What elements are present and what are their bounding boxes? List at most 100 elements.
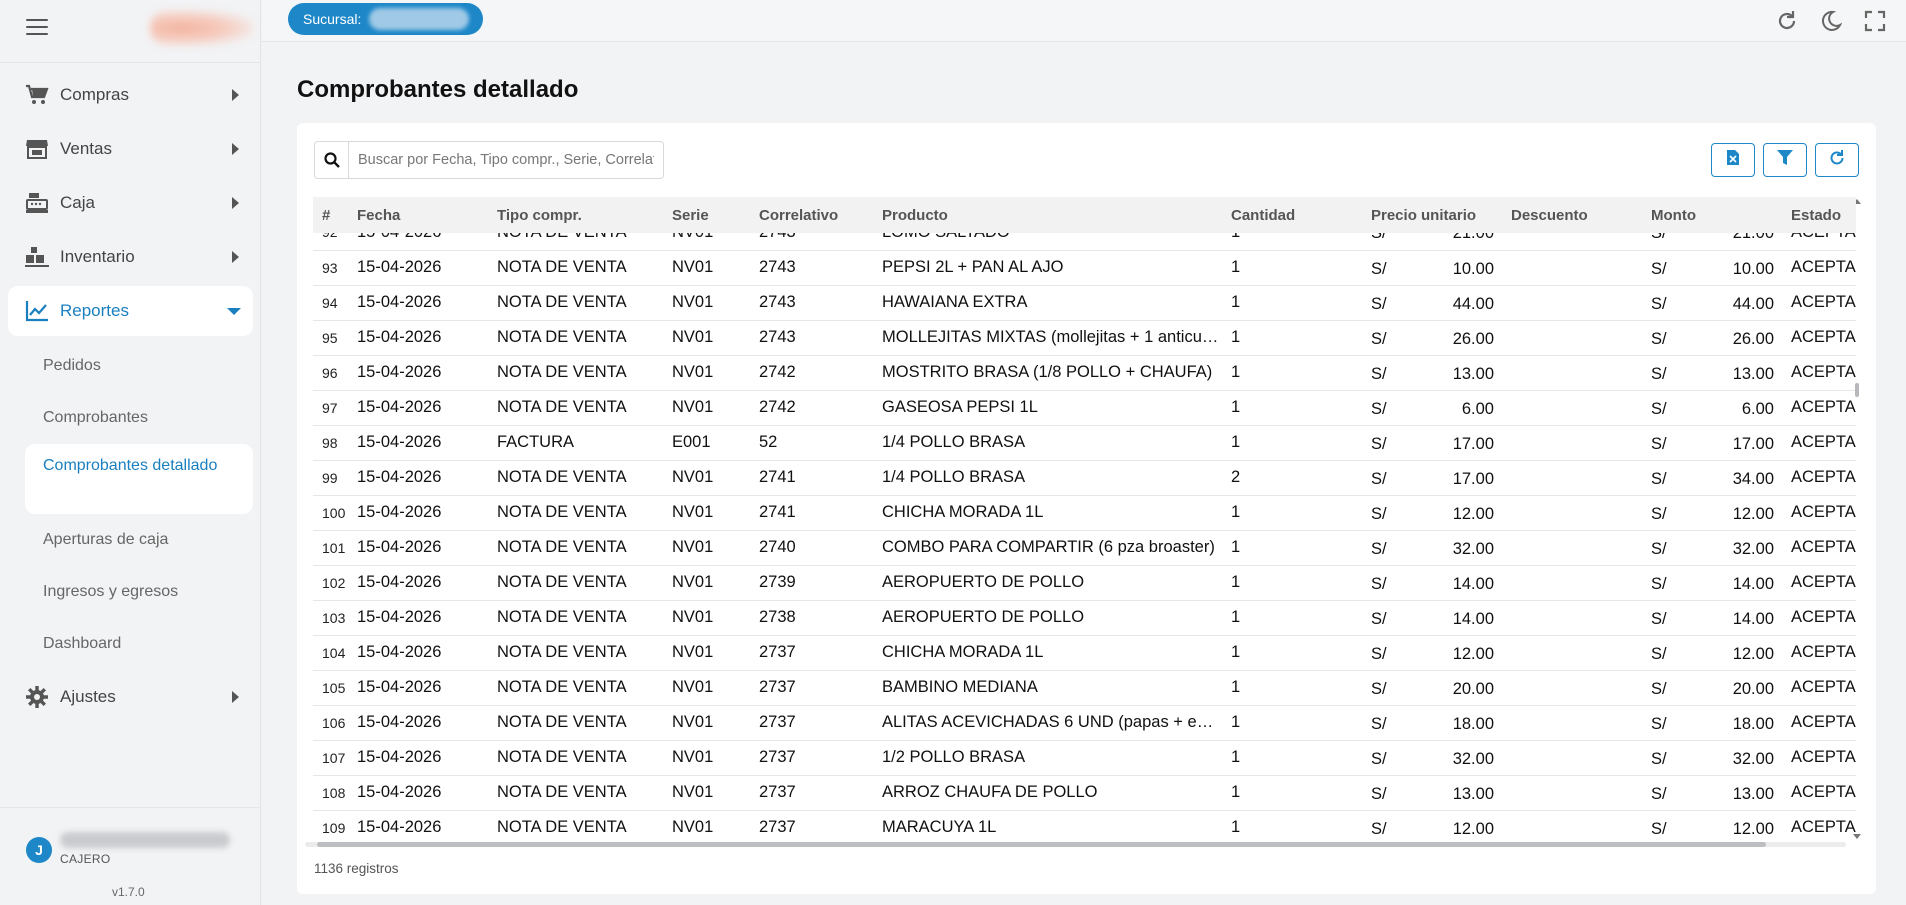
submenu-item-dashboard[interactable]: Dashboard <box>8 618 253 670</box>
table-row[interactable]: 94 15-04-2026 NOTA DE VENTA NV01 2743 HAWAIAN… <box>313 285 1856 320</box>
cell-fecha: 15-04-2026 <box>357 573 442 591</box>
cell-descuento <box>1502 740 1642 775</box>
branch-selector[interactable]: Sucursal: <box>288 3 483 35</box>
table-toolbar <box>1711 143 1859 177</box>
cell-descuento <box>1502 355 1642 390</box>
cell-precio-unitario: S/14.00 <box>1362 565 1502 600</box>
column-header[interactable]: Estado <box>1782 197 1856 233</box>
table-row[interactable]: 100 15-04-2026 NOTA DE VENTA NV01 2741 CHICHA… <box>313 495 1856 530</box>
reload-icon[interactable] <box>1772 6 1802 36</box>
cell-monto: S/17.00 <box>1642 425 1782 460</box>
cell-precio-unitario: S/17.00 <box>1362 425 1502 460</box>
cell-descuento <box>1502 425 1642 460</box>
cell-precio-unitario: S/12.00 <box>1362 495 1502 530</box>
row-number: 108 <box>322 784 346 801</box>
dark-mode-moon-icon[interactable] <box>1816 6 1846 36</box>
submenu-item-aperturas-de-caja[interactable]: Aperturas de caja <box>8 514 253 566</box>
column-header[interactable]: Monto <box>1642 197 1782 233</box>
cell-fecha: 15-04-2026 <box>357 468 442 486</box>
hamburger-menu-icon[interactable] <box>26 19 48 37</box>
table-row[interactable]: 109 15-04-2026 NOTA DE VENTA NV01 2737 MARACU… <box>313 810 1856 836</box>
cell-estado: ACEPTADO <box>1791 503 1856 521</box>
fullscreen-icon[interactable] <box>1860 6 1890 36</box>
table-body: 9215-04-2026NOTA DE VENTANV012743LOMO SA… <box>313 233 1856 836</box>
currency-symbol: S/ <box>1651 294 1667 313</box>
table-row[interactable]: 96 15-04-2026 NOTA DE VENTA NV01 2742 MOSTRIT… <box>313 355 1856 390</box>
avatar[interactable]: J <box>26 837 52 863</box>
cell-serie: NV01 <box>672 748 714 766</box>
cell-tipo: NOTA DE VENTA <box>497 573 627 591</box>
column-header[interactable]: Precio unitario <box>1362 197 1502 233</box>
cell-producto: MOSTRITO BRASA (1/8 POLLO + CHAUFA) <box>882 363 1213 381</box>
table-row[interactable]: 108 15-04-2026 NOTA DE VENTA NV01 2737 ARROZ … <box>313 775 1856 810</box>
cell-estado: ACEPTADO <box>1791 363 1856 381</box>
cell-fecha: 15-04-2026 <box>357 293 442 311</box>
table-row[interactable]: 106 15-04-2026 NOTA DE VENTA NV01 2737 ALITAS… <box>313 705 1856 740</box>
scrollbar-thumb[interactable] <box>1855 383 1859 397</box>
table-row[interactable]: 93 15-04-2026 NOTA DE VENTA NV01 2743 PEPSI 2… <box>313 250 1856 285</box>
cell-descuento <box>1502 320 1642 355</box>
cell-estado: ACEPTADO <box>1791 468 1856 486</box>
cell-cantidad: 1 <box>1231 713 1241 731</box>
cell-producto: 1/4 POLLO BRASA <box>882 468 1026 486</box>
column-header[interactable]: Producto <box>873 197 1222 233</box>
cell-tipo: NOTA DE VENTA <box>497 503 627 521</box>
cell-serie: NV01 <box>663 233 750 250</box>
submenu-item-pedidos[interactable]: Pedidos <box>8 340 253 392</box>
sidebar-item-ventas[interactable]: Ventas <box>8 124 253 174</box>
table-row[interactable]: 9215-04-2026NOTA DE VENTANV012743LOMO SA… <box>313 233 1856 250</box>
caret-right-icon <box>232 691 239 703</box>
filter-button[interactable] <box>1763 143 1807 177</box>
sidebar-item-ajustes[interactable]: Ajustes <box>8 672 253 722</box>
sidebar-item-caja[interactable]: Caja <box>8 178 253 228</box>
table-row[interactable]: 107 15-04-2026 NOTA DE VENTA NV01 2737 1/2 PO… <box>313 740 1856 775</box>
column-header[interactable]: Correlativo <box>750 197 873 233</box>
table-row[interactable]: 97 15-04-2026 NOTA DE VENTA NV01 2742 GASEOSA… <box>313 390 1856 425</box>
currency-symbol: S/ <box>1651 233 1667 242</box>
table-row[interactable]: 105 15-04-2026 NOTA DE VENTA NV01 2737 BAMBIN… <box>313 670 1856 705</box>
submenu-item-ingresos-y-egresos[interactable]: Ingresos y egresos <box>8 566 253 618</box>
export-excel-button[interactable] <box>1711 143 1755 177</box>
table-row[interactable]: 99 15-04-2026 NOTA DE VENTA NV01 2741 1/4 POL… <box>313 460 1856 495</box>
column-header[interactable]: Tipo compr. <box>488 197 663 233</box>
cell-cantidad: 1 <box>1231 818 1241 836</box>
search-icon[interactable] <box>314 141 348 179</box>
vertical-scrollbar[interactable] <box>1853 197 1861 845</box>
column-header[interactable]: Fecha <box>348 197 488 233</box>
submenu-item-comprobantes[interactable]: Comprobantes <box>8 392 253 444</box>
cell-producto: AEROPUERTO DE POLLO <box>882 608 1085 626</box>
table-row[interactable]: 98 15-04-2026 FACTURA E001 52 1/4 POLLO BRASA… <box>313 425 1856 460</box>
sidebar-item-reportes[interactable]: Reportes <box>8 286 253 336</box>
cell-serie: NV01 <box>672 643 714 661</box>
cell-producto: 1/4 POLLO BRASA <box>882 433 1026 451</box>
scroll-down-arrow-icon[interactable] <box>1853 834 1861 839</box>
cell-estado: ACEPTADO <box>1782 233 1856 250</box>
cell-descuento <box>1502 390 1642 425</box>
amount-value: 12.00 <box>1732 819 1774 837</box>
table-row[interactable]: 102 15-04-2026 NOTA DE VENTA NV01 2739 AEROPU… <box>313 565 1856 600</box>
scrollbar-thumb[interactable] <box>317 842 1766 847</box>
column-header[interactable]: Cantidad <box>1222 197 1362 233</box>
column-header[interactable]: # <box>313 197 348 233</box>
column-header[interactable]: Serie <box>663 197 750 233</box>
table-row[interactable]: 103 15-04-2026 NOTA DE VENTA NV01 2738 AEROPU… <box>313 600 1856 635</box>
table-row[interactable]: 101 15-04-2026 NOTA DE VENTA NV01 2740 COMBO … <box>313 530 1856 565</box>
cell-producto: BAMBINO MEDIANA <box>882 678 1038 696</box>
submenu-item-comprobantes-detallado[interactable]: Comprobantes detallado <box>25 444 253 514</box>
refresh-button[interactable] <box>1815 143 1859 177</box>
table-row[interactable]: 104 15-04-2026 NOTA DE VENTA NV01 2737 CHICHA… <box>313 635 1856 670</box>
caret-right-icon <box>232 251 239 263</box>
table-row[interactable]: 95 15-04-2026 NOTA DE VENTA NV01 2743 MOLLEJI… <box>313 320 1856 355</box>
horizontal-scrollbar[interactable] <box>305 840 1846 848</box>
table-body-viewport[interactable]: 9215-04-2026NOTA DE VENTANV012743LOMO SA… <box>313 233 1856 836</box>
cell-correlativo: 2738 <box>759 608 796 626</box>
sidebar-item-inventario[interactable]: Inventario <box>8 232 253 282</box>
cell-cantidad: 1 <box>1231 503 1241 521</box>
cell-correlativo: 2740 <box>759 538 796 556</box>
search-input[interactable] <box>348 141 664 179</box>
row-number: 106 <box>322 714 346 731</box>
column-header[interactable]: Descuento <box>1502 197 1642 233</box>
currency-symbol: S/ <box>1371 784 1387 803</box>
cell-cantidad: 1 <box>1231 538 1241 556</box>
sidebar-item-compras[interactable]: Compras <box>8 70 253 120</box>
